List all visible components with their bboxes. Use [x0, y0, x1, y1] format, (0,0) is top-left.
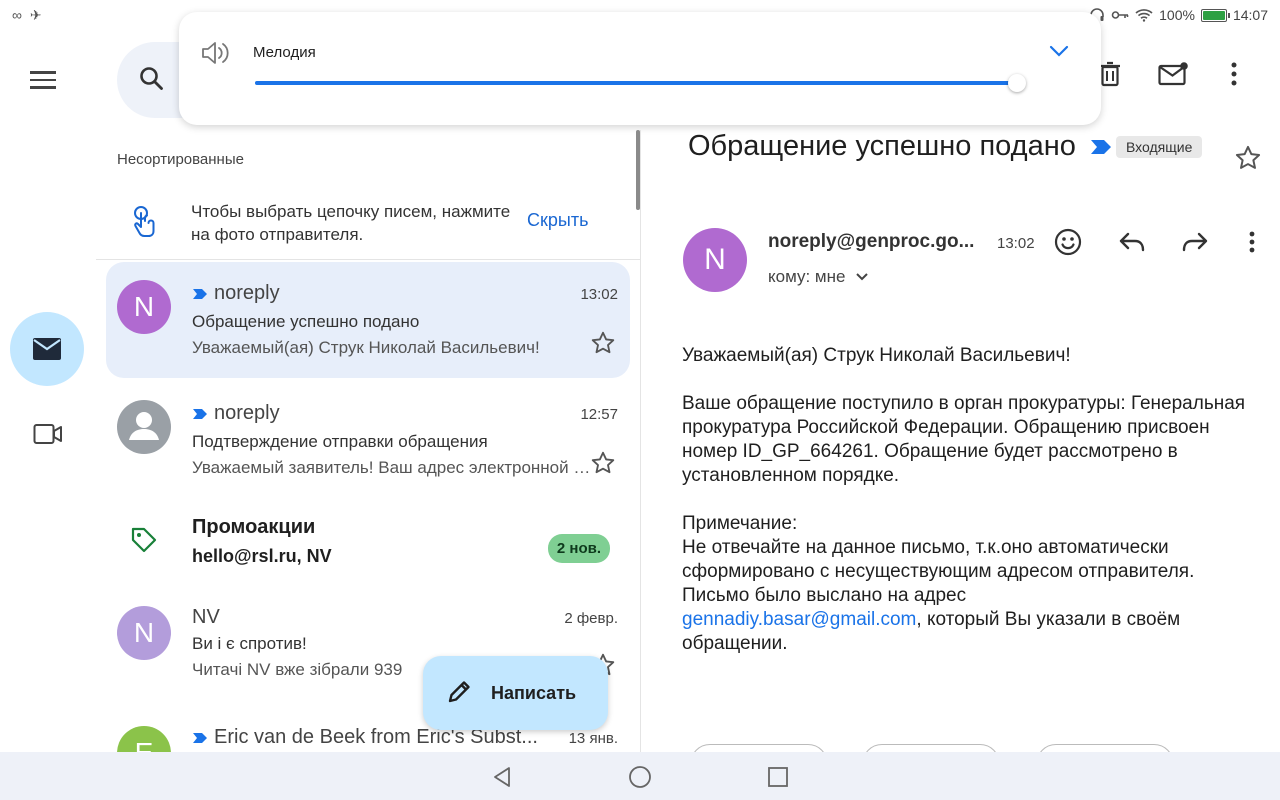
- menu-button[interactable]: [30, 66, 66, 96]
- more-options-button[interactable]: [1216, 56, 1252, 92]
- forward-icon: [1182, 232, 1208, 252]
- recipient-text: кому: мне: [768, 267, 846, 286]
- recents-square-icon: [768, 767, 788, 787]
- section-label: Несортированные: [117, 151, 244, 168]
- avatar[interactable]: E: [117, 726, 171, 752]
- tip-text: Чтобы выбрать цепочку писем, нажмите на …: [191, 202, 511, 244]
- tip-hide-button[interactable]: Скрыть: [527, 210, 588, 231]
- promotions-title: Промоакции: [192, 516, 316, 538]
- message-paragraph: Ваше обращение поступило в орган прокура…: [682, 393, 1246, 486]
- important-marker-icon: [193, 408, 207, 419]
- video-icon: [33, 424, 62, 444]
- system-nav-bar: [0, 752, 1280, 800]
- list-item-snippet: Уважаемый заявитель! Ваш адрес электронн…: [192, 458, 592, 477]
- battery-percent: 100%: [1159, 7, 1195, 23]
- volume-slider-thumb[interactable]: [1008, 74, 1027, 92]
- mail-icon: [33, 338, 61, 360]
- label-chip-inbox[interactable]: Входящие: [1116, 136, 1203, 158]
- emoji-icon: [1054, 228, 1082, 256]
- list-item-subject: Ви і є спротив!: [192, 634, 307, 653]
- reply-button[interactable]: [1116, 226, 1148, 258]
- star-icon[interactable]: [590, 450, 616, 481]
- person-icon: [129, 412, 159, 440]
- recipient-details-toggle[interactable]: кому: мне: [768, 267, 869, 287]
- volume-slider[interactable]: [255, 74, 1027, 92]
- list-item[interactable]: noreply 12:57 Подтверждение отправки обр…: [106, 382, 630, 498]
- message-sent-to: Письмо было выслано на адрес gennadiy.ba…: [682, 585, 1181, 654]
- star-icon[interactable]: [590, 330, 616, 361]
- star-icon[interactable]: [1234, 144, 1262, 177]
- list-item-sender: noreply: [192, 282, 280, 305]
- list-item-time: 13 янв.: [568, 730, 618, 747]
- list-item-snippet: Уважаемый(ая) Струк Николай Васильевич!: [192, 338, 540, 357]
- message-note-heading: Примечание:: [682, 513, 798, 534]
- important-marker-icon: [193, 732, 207, 743]
- wifi-icon: [1135, 9, 1153, 22]
- more-vert-icon: [1249, 231, 1255, 253]
- chevron-down-icon: [856, 273, 869, 281]
- chevron-down-icon[interactable]: [1049, 40, 1069, 67]
- message-greeting: Уважаемый(ая) Струк Николай Васильевич!: [682, 345, 1071, 366]
- back-button[interactable]: [488, 764, 516, 790]
- message-note: Не отвечайте на данное письмо, т.к.оно а…: [682, 537, 1195, 582]
- compose-button[interactable]: Написать: [423, 656, 608, 730]
- reply-icon: [1119, 232, 1145, 252]
- promotions-badge: 2 нов.: [547, 534, 610, 563]
- home-circle-icon: [629, 766, 651, 788]
- add-reaction-button[interactable]: [1052, 226, 1084, 258]
- forward-button[interactable]: [1179, 226, 1211, 258]
- back-triangle-icon: [494, 767, 510, 787]
- list-item-subject: Обращение успешно подано: [192, 312, 420, 331]
- pane-divider: [640, 130, 641, 752]
- volume-slider-fill: [255, 81, 1018, 85]
- speaker-icon[interactable]: [201, 40, 231, 71]
- message-more-button[interactable]: [1236, 226, 1268, 258]
- important-marker-icon: [193, 288, 207, 299]
- recents-button[interactable]: [764, 764, 792, 790]
- mail-unread-icon: [1158, 62, 1188, 86]
- status-left-icons: ∞ ✈: [12, 7, 44, 23]
- search-icon: [139, 66, 165, 97]
- promotions-senders: hello@rsl.ru, NV: [192, 546, 332, 566]
- home-button[interactable]: [626, 764, 654, 790]
- email-link[interactable]: gennadiy.basar@gmail.com: [682, 609, 916, 630]
- hamburger-icon: [30, 71, 56, 74]
- volume-popup: Мелодия: [179, 12, 1101, 125]
- status-time: 14:07: [1232, 7, 1268, 23]
- mail-nav-button[interactable]: [10, 312, 84, 386]
- promotions-bundle[interactable]: Промоакции hello@rsl.ru, NV 2 нов.: [106, 500, 630, 600]
- tip-banner: Чтобы выбрать цепочку писем, нажмите на …: [96, 190, 640, 260]
- more-vert-icon: [1231, 62, 1237, 86]
- avatar[interactable]: [117, 400, 171, 454]
- key-icon: [1111, 11, 1129, 19]
- sender-address[interactable]: noreply@genproc.go...: [768, 231, 974, 253]
- sender-avatar[interactable]: N: [683, 228, 747, 292]
- message-subject: Обращение успешно подано: [688, 130, 1076, 162]
- volume-stream-label: Мелодия: [253, 44, 316, 61]
- message-time: 13:02: [997, 235, 1035, 252]
- list-item-sender: noreply: [192, 402, 280, 425]
- touch-icon: [131, 204, 157, 243]
- trash-icon: [1100, 61, 1120, 87]
- pencil-icon: [447, 678, 473, 709]
- avatar[interactable]: N: [117, 280, 171, 334]
- list-scrollbar[interactable]: [636, 130, 640, 210]
- avatar[interactable]: N: [117, 606, 171, 660]
- status-right: 100% 14:07: [1089, 7, 1268, 23]
- list-item-subject: Подтверждение отправки обращения: [192, 432, 488, 451]
- compose-label: Написать: [491, 682, 577, 703]
- list-item-time: 13:02: [580, 286, 618, 303]
- battery-fill: [1202, 10, 1225, 20]
- battery-icon: [1200, 8, 1230, 22]
- list-item[interactable]: N noreply 13:02 Обращение успешно подано…: [106, 262, 630, 378]
- message-body: Уважаемый(ая) Струк Николай Васильевич! …: [682, 344, 1262, 656]
- list-item-time: 2 февр.: [564, 610, 618, 627]
- important-marker-icon[interactable]: [1090, 139, 1112, 160]
- list-item-time: 12:57: [580, 406, 618, 423]
- mark-unread-button[interactable]: [1155, 56, 1191, 92]
- meet-nav-button[interactable]: [28, 416, 68, 452]
- tag-icon: [130, 526, 158, 559]
- list-item-sender: NV: [192, 606, 220, 628]
